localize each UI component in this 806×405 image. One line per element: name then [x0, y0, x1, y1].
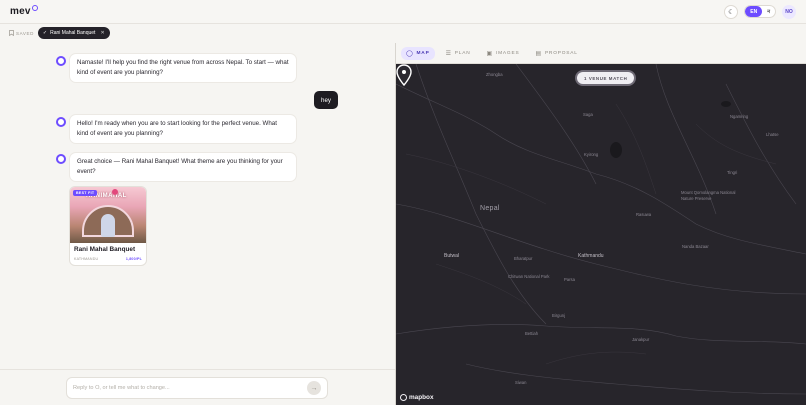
- tab-plan-label: PLAN: [454, 50, 471, 56]
- view-tabs: ◯ MAP ☰ PLAN ▣ IMAGES ▤ PROPOSAL: [396, 43, 806, 64]
- map-label-place: Janakpur: [632, 337, 650, 342]
- map-label-place: Butwal: [444, 253, 460, 259]
- venue-meta: KATHMANDU 1,800/PL: [74, 257, 142, 261]
- map-label-place: Bettiah: [525, 331, 539, 336]
- assistant-avatar-icon: [56, 117, 66, 127]
- arrow-right-icon: →: [310, 384, 318, 392]
- logo-text: mev: [10, 6, 31, 17]
- saved-venue-chip[interactable]: ✓ Rani Mahal Banquet ✕: [37, 27, 110, 39]
- moon-icon: ☾: [728, 8, 735, 16]
- mapbox-text: mapbox: [409, 394, 434, 401]
- mapbox-attribution[interactable]: mapbox: [400, 394, 434, 401]
- top-bar: mev ☾ EN न NO: [0, 0, 806, 24]
- map-label-place: Parsa: [564, 277, 575, 282]
- saved-bar: SAVED ✓ Rani Mahal Banquet ✕: [9, 27, 110, 39]
- map-label-place: Birgunj: [552, 313, 566, 318]
- venue-image: RANIMAHAL BEST FIT: [70, 187, 146, 243]
- map-label-place: Mount Qomolangma National Nature Preserv…: [681, 190, 736, 201]
- saved-chip-label: Rani Mahal Banquet: [50, 30, 96, 36]
- lang-option-en[interactable]: EN: [745, 6, 763, 17]
- map-label-place: Tingri: [727, 170, 738, 175]
- image-icon: ▣: [486, 50, 493, 57]
- theme-toggle-button[interactable]: ☾: [724, 4, 739, 19]
- map-label-place: Saga: [583, 112, 593, 117]
- venue-price: 1,800/PL: [125, 257, 142, 261]
- map-pin-icon[interactable]: [396, 64, 412, 86]
- user-avatar[interactable]: NO: [782, 4, 796, 19]
- send-button[interactable]: →: [307, 381, 321, 395]
- logo-mark-icon: [31, 5, 38, 11]
- map-label-place: Rasuwa: [636, 212, 652, 217]
- map-label-place: Lhatse: [766, 132, 779, 137]
- map-label-place: Chitwan National Park: [508, 274, 550, 279]
- map-label-city: Kathmandu: [578, 253, 604, 259]
- map-view[interactable]: Zhongba Saga Ngamring Lhatse Kyirong Tin…: [396, 64, 806, 405]
- venue-location: KATHMANDU: [74, 257, 99, 261]
- best-fit-badge: BEST FIT: [73, 190, 98, 196]
- message-input[interactable]: [73, 385, 307, 391]
- map-label-place: Siwan: [515, 380, 527, 385]
- map-label-place: Zhongba: [486, 72, 503, 77]
- map-label-place: Bharatpur: [514, 256, 533, 261]
- map-label-place: Kyirong: [584, 152, 599, 157]
- chat-pane: Namaste! I'll help you find the right ve…: [0, 43, 395, 369]
- bookmark-icon: [9, 30, 14, 36]
- venue-match-pill[interactable]: 1 VENUE MATCH: [577, 72, 635, 84]
- tab-proposal[interactable]: ▤ PROPOSAL: [530, 47, 582, 60]
- favorite-icon[interactable]: [112, 189, 118, 195]
- check-icon: ✓: [42, 30, 48, 36]
- document-icon: ▤: [535, 50, 542, 57]
- tab-images-label: IMAGES: [495, 50, 520, 56]
- assistant-message: Hello! I'm ready when you are to start l…: [70, 115, 296, 143]
- tab-proposal-label: PROPOSAL: [544, 50, 578, 56]
- composer-area: →: [0, 369, 395, 405]
- tab-map[interactable]: ◯ MAP: [401, 46, 435, 60]
- globe-icon: ◯: [406, 50, 414, 57]
- assistant-message: Great choice — Rani Mahal Banquet! What …: [70, 153, 296, 181]
- venue-name: Rani Mahal Banquet: [74, 246, 136, 253]
- tab-map-label: MAP: [416, 50, 430, 56]
- assistant-message: Namaste! I'll help you find the right ve…: [70, 54, 296, 82]
- list-icon: ☰: [445, 50, 452, 57]
- lang-option-ne[interactable]: न: [762, 6, 775, 17]
- saved-label-text: SAVED: [16, 30, 34, 36]
- venue-image-figure: [101, 214, 115, 237]
- logo[interactable]: mev: [10, 5, 38, 17]
- tab-plan[interactable]: ☰ PLAN: [441, 47, 476, 60]
- remove-chip-icon[interactable]: ✕: [100, 30, 104, 36]
- language-switch[interactable]: EN न: [744, 5, 776, 18]
- tab-images[interactable]: ▣ IMAGES: [482, 47, 525, 60]
- composer: →: [66, 377, 328, 399]
- mapbox-logo-icon: [400, 394, 407, 401]
- assistant-avatar-icon: [56, 154, 66, 164]
- app-root: mev ☾ EN न NO SAVED ✓ Rani Mahal Banquet…: [0, 0, 806, 405]
- venue-card[interactable]: RANIMAHAL BEST FIT Rani Mahal Banquet KA…: [70, 187, 146, 265]
- assistant-avatar-icon: [56, 56, 66, 66]
- map-label-place: Nanda Bazaar: [682, 244, 709, 249]
- user-message: hey: [314, 91, 338, 109]
- header-actions: ☾ EN न NO: [724, 4, 796, 19]
- saved-label: SAVED: [9, 30, 34, 36]
- map-label-place: Ngamring: [730, 114, 749, 119]
- map-label-country: Nepal: [480, 205, 500, 212]
